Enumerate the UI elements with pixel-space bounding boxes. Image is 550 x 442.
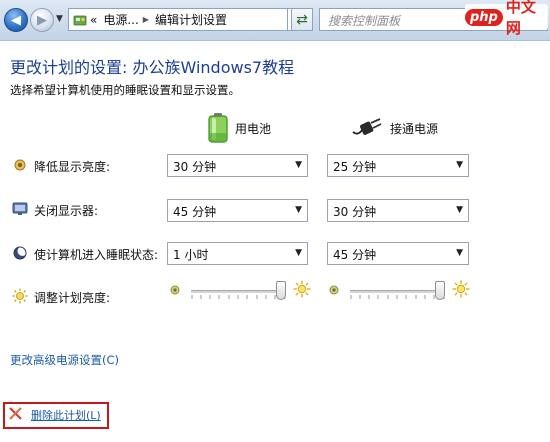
slider-ticks xyxy=(350,295,445,299)
breadcrumb-chevron-icon[interactable]: ▶ xyxy=(143,15,149,24)
advanced-power-settings-link[interactable]: 更改高级电源设置(C) xyxy=(10,352,119,368)
delete-plan-link[interactable]: 删除此计划(L) xyxy=(31,407,101,423)
recent-pages-dropdown[interactable]: ▼ xyxy=(56,14,63,24)
brightness-high-icon xyxy=(293,280,311,298)
slider-track xyxy=(350,290,445,293)
chevron-down-icon: ▼ xyxy=(295,160,302,170)
sleep-plugged-in-select[interactable]: 45 分钟 ▼ xyxy=(327,242,469,265)
brightness-low-icon xyxy=(329,285,339,295)
turn-off-display-label: 关闭显示器: xyxy=(34,204,99,218)
watermark-logo: php xyxy=(465,8,503,26)
turn-off-display-plugged-in-select[interactable]: 30 分钟 ▼ xyxy=(327,199,469,222)
refresh-button[interactable]: ⇄ xyxy=(291,8,313,31)
breadcrumb-item-power-options[interactable]: 电源... xyxy=(103,11,138,28)
watermark-text: 中文网 xyxy=(505,0,536,37)
slider-thumb[interactable] xyxy=(276,281,287,300)
refresh-icon: ⇄ xyxy=(296,11,308,28)
brightness-plugged-in-slider[interactable] xyxy=(328,280,478,302)
forward-button[interactable]: ▶ xyxy=(30,8,54,32)
back-arrow-icon: ◀ xyxy=(11,12,21,28)
dim-display-icon xyxy=(14,159,26,171)
brightness-high-icon xyxy=(452,280,470,298)
column-header-battery-label: 用电池 xyxy=(235,121,272,136)
page-subtitle: 选择希望计算机使用的睡眠设置和显示设置。 xyxy=(10,83,240,97)
chevron-down-icon: ▼ xyxy=(295,248,302,258)
column-header-battery: 用电池 xyxy=(207,113,271,143)
brightness-low-icon xyxy=(170,285,180,295)
dim-display-plugged-in-select[interactable]: 25 分钟 ▼ xyxy=(327,154,469,177)
brightness-battery-slider[interactable] xyxy=(169,280,319,302)
delete-x-icon xyxy=(9,407,22,420)
slider-thumb[interactable] xyxy=(435,281,446,300)
brightness-sun-icon xyxy=(12,288,28,304)
dim-display-battery-select[interactable]: 30 分钟 ▼ xyxy=(167,154,308,177)
chevron-down-icon: ▼ xyxy=(456,248,463,258)
turn-off-display-battery-select[interactable]: 45 分钟 ▼ xyxy=(167,199,308,222)
back-button[interactable]: ◀ xyxy=(4,8,28,32)
slider-ticks xyxy=(191,295,286,299)
dim-display-label: 降低显示亮度: xyxy=(34,160,111,174)
chevron-down-icon: ▼ xyxy=(456,205,463,215)
navigation-bar: ◀ ▶ ▼ « 电源... ▶ 编辑计划设置 ▼ ⇄ 搜索控制面板 php 中文… xyxy=(0,0,550,41)
battery-icon xyxy=(208,113,228,143)
plan-brightness-label: 调整计划亮度: xyxy=(34,291,111,305)
page-title: 更改计划的设置: 办公族Windows7教程 xyxy=(10,58,295,77)
chevron-down-icon: ▼ xyxy=(295,205,302,215)
chevron-down-icon: ▼ xyxy=(456,160,463,170)
monitor-icon xyxy=(12,202,28,215)
breadcrumb-prefix[interactable]: « xyxy=(90,13,97,27)
slider-track xyxy=(191,290,286,293)
column-header-plugged-in-label: 接通电源 xyxy=(390,121,439,136)
control-panel-icon xyxy=(73,15,87,25)
sleep-battery-select[interactable]: 1 小时 ▼ xyxy=(167,242,308,265)
sleep-moon-icon xyxy=(13,246,28,260)
watermark: php 中文网 xyxy=(465,0,548,37)
sleep-label: 使计算机进入睡眠状态: xyxy=(34,248,159,262)
column-header-plugged-in: 接通电源 xyxy=(352,113,438,143)
address-bar[interactable]: « 电源... ▶ 编辑计划设置 xyxy=(68,8,288,31)
forward-arrow-icon: ▶ xyxy=(37,12,47,28)
breadcrumb-item-edit-plan[interactable]: 编辑计划设置 xyxy=(155,11,227,28)
power-plug-icon xyxy=(352,118,382,135)
